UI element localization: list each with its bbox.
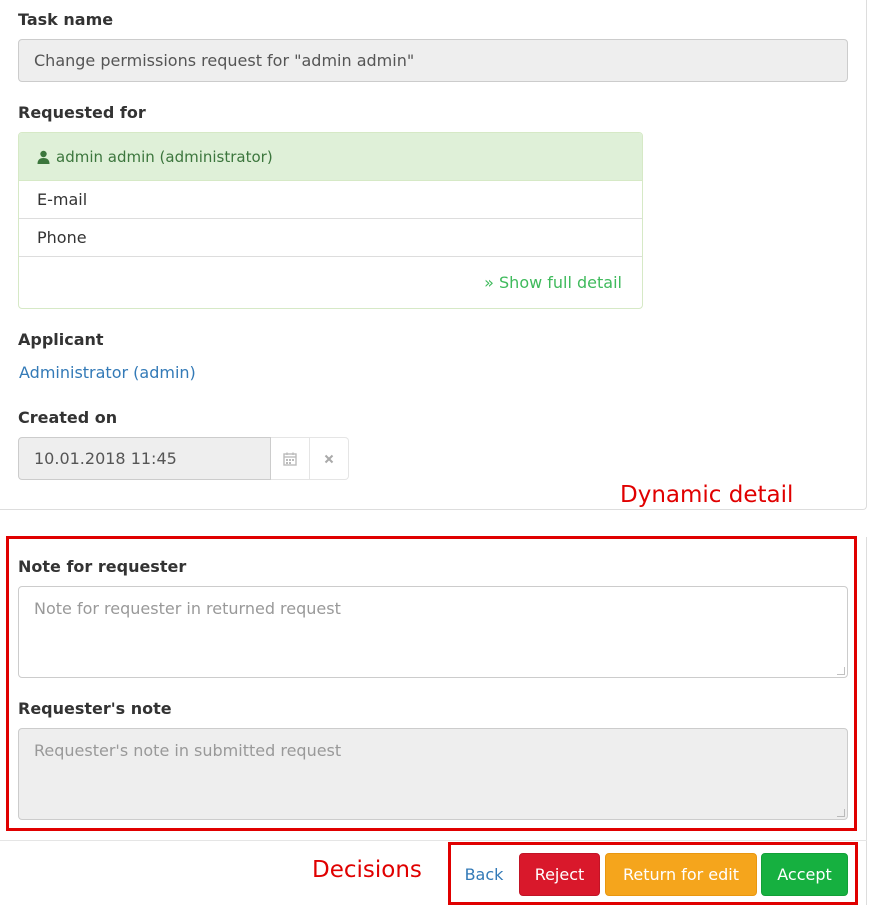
return-for-edit-button[interactable]: Return for edit: [605, 853, 757, 896]
user-icon: [37, 150, 50, 164]
calendar-button[interactable]: [271, 437, 310, 480]
note-for-requester-placeholder: Note for requester in returned request: [34, 599, 341, 618]
requested-user-name: admin admin (administrator): [56, 147, 273, 166]
calendar-icon: [283, 452, 297, 466]
phone-row: Phone: [19, 219, 642, 257]
resize-handle[interactable]: [837, 667, 845, 675]
footer-divider: [0, 840, 867, 841]
applicant-label: Applicant: [18, 330, 104, 349]
requesters-note-label: Requester's note: [18, 699, 172, 718]
back-button[interactable]: Back: [456, 853, 512, 896]
card-footer: » Show full detail: [19, 257, 642, 308]
requested-for-card: admin admin (administrator) E-mail Phone…: [18, 132, 643, 309]
show-full-detail-link[interactable]: » Show full detail: [484, 273, 622, 292]
requesters-note-textarea: Requester's note in submitted request: [18, 728, 848, 820]
reject-button[interactable]: Reject: [519, 853, 600, 896]
created-on-label: Created on: [18, 408, 118, 427]
close-icon: [324, 454, 334, 463]
task-name-label: Task name: [18, 10, 114, 29]
note-for-requester-label: Note for requester: [18, 557, 187, 576]
task-name-value: Change permissions request for "admin ad…: [34, 51, 415, 70]
card-header: admin admin (administrator): [19, 133, 642, 181]
phone-label: Phone: [37, 228, 87, 247]
detail-panel: Task name Change permissions request for…: [0, 0, 867, 510]
resize-handle[interactable]: [837, 809, 845, 817]
clear-date-button[interactable]: [310, 437, 349, 480]
email-row: E-mail: [19, 181, 642, 219]
requesters-note-placeholder: Requester's note in submitted request: [34, 741, 342, 760]
dynamic-detail-annotation: Dynamic detail: [620, 482, 794, 508]
accept-button[interactable]: Accept: [761, 853, 848, 896]
email-label: E-mail: [37, 190, 88, 209]
created-on-group: 10.01.2018 11:45: [18, 437, 349, 480]
applicant-link[interactable]: Administrator (admin): [19, 363, 196, 382]
decisions-annotation: Decisions: [312, 857, 422, 883]
created-on-field[interactable]: 10.01.2018 11:45: [18, 437, 271, 480]
requested-for-label: Requested for: [18, 103, 146, 122]
created-on-value: 10.01.2018 11:45: [34, 449, 177, 468]
note-for-requester-textarea[interactable]: Note for requester in returned request: [18, 586, 848, 678]
task-name-field[interactable]: Change permissions request for "admin ad…: [18, 39, 848, 82]
